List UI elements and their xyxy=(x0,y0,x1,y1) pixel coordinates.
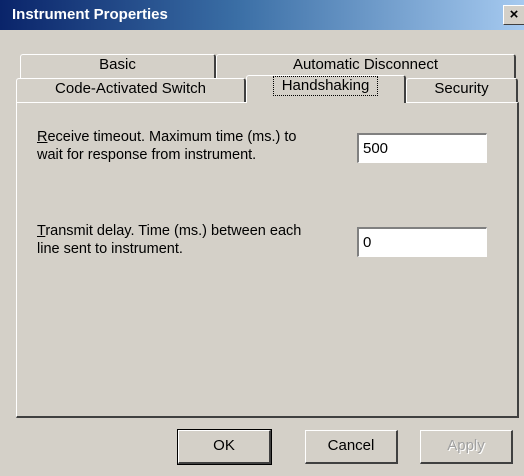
transmit-delay-label: Transmit delay. Time (ms.) between each … xyxy=(37,222,301,258)
ok-button[interactable]: OK xyxy=(177,429,272,465)
cancel-button[interactable]: Cancel xyxy=(305,430,398,464)
receive-timeout-accel: R xyxy=(37,129,48,145)
receive-timeout-line1: eceive timeout. Maximum time (ms.) to xyxy=(47,129,297,145)
tab-handshaking-label: Handshaking xyxy=(272,76,379,96)
close-icon[interactable]: × xyxy=(503,5,524,25)
tab-code-activated-switch[interactable]: Code-Activated Switch xyxy=(16,78,246,103)
tab-handshaking[interactable]: Handshaking xyxy=(246,75,406,103)
tab-security-label: Security xyxy=(434,80,489,97)
receive-timeout-line2: wait for response from instrument. xyxy=(37,147,257,163)
handshaking-panel: Receive timeout. Maximum time (ms.) to w… xyxy=(16,102,519,418)
tab-basic[interactable]: Basic xyxy=(20,54,216,78)
instrument-properties-dialog: Instrument Properties × Basic Automatic … xyxy=(0,0,524,476)
apply-button[interactable]: Apply xyxy=(420,430,513,464)
transmit-delay-input[interactable] xyxy=(357,227,487,257)
transmit-delay-line1: ransmit delay. Time (ms.) between each xyxy=(45,223,302,239)
transmit-delay-line2: line sent to instrument. xyxy=(37,241,183,257)
window-title: Instrument Properties xyxy=(12,6,168,23)
tab-automatic-disconnect-label: Automatic Disconnect xyxy=(292,56,439,73)
tab-basic-label: Basic xyxy=(99,56,136,73)
title-bar[interactable]: Instrument Properties × xyxy=(0,0,524,30)
tab-security[interactable]: Security xyxy=(406,78,518,103)
tab-code-activated-switch-label: Code-Activated Switch xyxy=(55,80,206,97)
receive-timeout-input[interactable] xyxy=(357,133,487,163)
receive-timeout-label: Receive timeout. Maximum time (ms.) to w… xyxy=(37,128,296,164)
